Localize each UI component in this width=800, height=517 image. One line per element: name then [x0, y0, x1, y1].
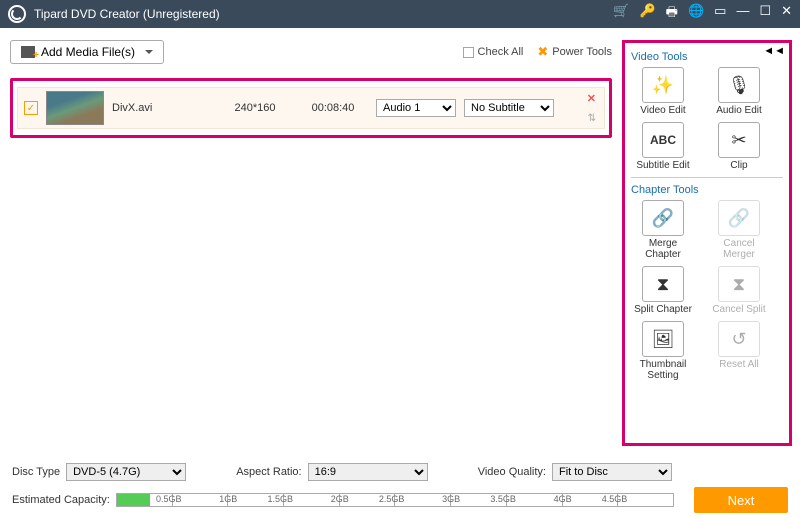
capacity-ticks: 0.5GB 1GB 1.5GB 2GB 2.5GB 3GB 3.5GB 4GB … [117, 494, 673, 506]
titlebar: Tipard DVD Creator (Unregistered) 🛒 🔑 🖶 … [0, 0, 800, 28]
power-tools-button[interactable]: ✖ Power Tools [537, 44, 612, 60]
merge-chapter-button[interactable]: 🔗 Merge Chapter [631, 200, 695, 260]
capacity-label: Estimated Capacity: [12, 494, 110, 506]
next-button[interactable]: Next [694, 487, 788, 513]
add-media-label: Add Media File(s) [41, 45, 135, 59]
tools-sidebar: ◄◄ Video Tools ✨ Video Edit 🎙 Audio Edit… [622, 40, 792, 446]
check-all-label: Check All [478, 46, 524, 58]
file-dimensions: 240*160 [220, 102, 290, 114]
reset-icon: ↺ [718, 321, 760, 357]
app-logo-icon [8, 5, 26, 23]
file-thumbnail[interactable] [46, 91, 104, 125]
subtitle-edit-button[interactable]: ABC Subtitle Edit [631, 122, 695, 171]
preferences-icon[interactable]: ▭ [714, 3, 726, 25]
broken-link-icon: 🔗 [718, 200, 760, 236]
tools-icon: ✖ [537, 44, 548, 60]
file-checkbox[interactable]: ✓ [24, 101, 38, 115]
clip-button[interactable]: ✂ Clip [707, 122, 771, 171]
capacity-bar: 0.5GB 1GB 1.5GB 2GB 2.5GB 3GB 3.5GB 4GB … [116, 493, 674, 507]
unsplit-icon: ⧗ [718, 266, 760, 302]
thumbnail-setting-button[interactable]: 🖼 Thumbnail Setting [631, 321, 695, 381]
cancel-split-button: ⧗ Cancel Split [707, 266, 771, 315]
remove-file-icon[interactable]: ✕ [587, 92, 596, 105]
power-tools-label: Power Tools [552, 46, 612, 58]
subtitle-select[interactable]: No Subtitle [464, 99, 554, 117]
audio-select[interactable]: Audio 1 [376, 99, 456, 117]
file-duration: 00:08:40 [298, 102, 368, 114]
abc-icon: ABC [642, 122, 684, 158]
audio-edit-button[interactable]: 🎙 Audio Edit [707, 67, 771, 116]
add-media-button[interactable]: Add Media File(s) [10, 40, 164, 64]
picture-icon: 🖼 [642, 321, 684, 357]
reorder-icon[interactable]: ⇅ [588, 113, 596, 124]
collapse-icon[interactable]: ◄◄ [763, 45, 785, 57]
scissors-icon: ✂ [718, 122, 760, 158]
microphone-icon: 🎙 [718, 67, 760, 103]
reset-all-button: ↺ Reset All [707, 321, 771, 381]
video-tools-title: Video Tools [631, 51, 783, 63]
maximize-icon[interactable]: ☐ [759, 3, 771, 25]
bottom-panel: Disc Type DVD-5 (4.7G) Aspect Ratio: 16:… [0, 454, 800, 517]
video-quality-label: Video Quality: [478, 466, 546, 478]
key-icon[interactable]: 🔑 [639, 3, 655, 25]
main-toolbar: Add Media File(s) Check All ✖ Power Tool… [10, 40, 612, 64]
video-quality-select[interactable]: Fit to Disc [552, 463, 672, 481]
aspect-ratio-select[interactable]: 16:9 [308, 463, 428, 481]
titlebar-controls: 🛒 🔑 🖶 🌐 ▭ — ☐ ✕ [613, 3, 792, 25]
language-icon[interactable]: 🌐 [688, 3, 704, 25]
check-all-toggle[interactable]: Check All [463, 46, 524, 58]
file-name: DivX.avi [112, 102, 212, 114]
cart-icon[interactable]: 🛒 [613, 3, 629, 25]
file-list-highlight: ✓ DivX.avi 240*160 00:08:40 Audio 1 No S… [10, 78, 612, 138]
main-area: Add Media File(s) Check All ✖ Power Tool… [0, 28, 622, 454]
wand-icon: ✨ [642, 67, 684, 103]
split-chapter-button[interactable]: ⧗ Split Chapter [631, 266, 695, 315]
disc-type-label: Disc Type [12, 466, 60, 478]
printer-icon[interactable]: 🖶 [666, 3, 678, 25]
link-icon: 🔗 [642, 200, 684, 236]
checkbox-empty-icon [463, 47, 474, 58]
close-icon[interactable]: ✕ [781, 3, 792, 25]
chevron-down-icon [145, 50, 153, 58]
cancel-merger-button: 🔗 Cancel Merger [707, 200, 771, 260]
app-title: Tipard DVD Creator (Unregistered) [34, 7, 613, 21]
video-edit-button[interactable]: ✨ Video Edit [631, 67, 695, 116]
file-row[interactable]: ✓ DivX.avi 240*160 00:08:40 Audio 1 No S… [17, 87, 605, 129]
add-file-icon [21, 46, 35, 58]
chapter-tools-title: Chapter Tools [631, 184, 783, 196]
split-icon: ⧗ [642, 266, 684, 302]
minimize-icon[interactable]: — [736, 3, 749, 25]
aspect-ratio-label: Aspect Ratio: [236, 466, 301, 478]
disc-type-select[interactable]: DVD-5 (4.7G) [66, 463, 186, 481]
